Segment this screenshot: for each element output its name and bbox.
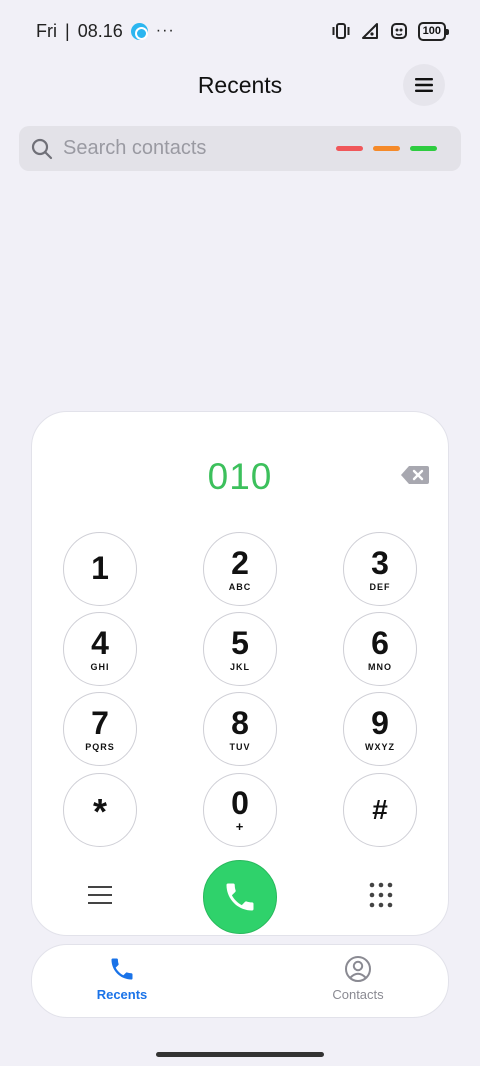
key-digit: 9 [371, 704, 389, 741]
key-digit: 2 [231, 544, 249, 581]
bottom-tab-bar: Recents Contacts [31, 944, 449, 1018]
phone-icon [111, 958, 133, 980]
status-bar: Fri | 08.16 ··· 100 [36, 18, 450, 44]
home-indicator[interactable] [156, 1052, 324, 1057]
key-3[interactable]: 3 DEF [343, 532, 417, 606]
status-day: Fri [36, 20, 57, 41]
color-filter-dashes[interactable] [336, 146, 437, 151]
call-button[interactable] [203, 860, 277, 934]
red-dash [336, 146, 363, 151]
key-6[interactable]: 6 MNO [343, 612, 417, 686]
key-digit: 5 [231, 624, 249, 661]
key-hash[interactable]: # [343, 773, 417, 847]
key-digit: 7 [91, 704, 109, 741]
backspace-icon[interactable] [400, 464, 430, 486]
dialer-card: 010 1 2 ABC 3 DEF 4 GHI 5 JKL 6 MNO 7 PQ… [31, 411, 449, 936]
green-dash [410, 146, 437, 151]
key-4[interactable]: 4 GHI [63, 612, 137, 686]
key-digit: 0 [231, 784, 249, 821]
key-letters: ABC [228, 581, 252, 592]
key-letters: + [235, 818, 245, 834]
key-letters: PQRS [85, 741, 115, 752]
search-input[interactable] [63, 137, 313, 160]
search-icon [31, 138, 53, 159]
header: Recents [0, 62, 480, 106]
key-letters: WXYZ [365, 741, 395, 752]
key-digit: 6 [371, 624, 389, 661]
key-1[interactable]: 1 [63, 532, 137, 606]
vibrate-icon [332, 23, 350, 39]
hamburger-menu-icon [415, 78, 433, 92]
key-digit: # [372, 794, 388, 825]
status-time: 08.16 [77, 20, 123, 41]
signal-icon [361, 23, 378, 39]
search-bar[interactable] [19, 126, 461, 171]
phone-icon [226, 883, 254, 911]
key-0[interactable]: 0 + [203, 773, 277, 847]
dialed-number: 010 [207, 456, 273, 497]
key-digit: * [92, 791, 107, 832]
key-9[interactable]: 9 WXYZ [343, 692, 417, 766]
orange-dash [373, 146, 400, 151]
key-letters: GHI [90, 661, 110, 672]
contact-person-icon [345, 956, 371, 982]
tab-label: Contacts [332, 987, 384, 1002]
battery-icon: 100 [417, 21, 450, 41]
menu-lines-icon[interactable] [86, 881, 114, 909]
more-notifications-icon: ··· [155, 22, 175, 39]
menu-button[interactable] [403, 64, 445, 106]
key-8[interactable]: 8 TUV [203, 692, 277, 766]
key-star[interactable]: * [63, 773, 137, 847]
key-letters: DEF [369, 581, 391, 592]
app-status-icon [390, 23, 407, 39]
key-7[interactable]: 7 PQRS [63, 692, 137, 766]
key-digit: 3 [371, 544, 389, 581]
key-2[interactable]: 2 ABC [203, 532, 277, 606]
tab-contacts[interactable]: Contacts [298, 955, 418, 1002]
tab-label: Recents [96, 987, 148, 1002]
key-digit: 8 [231, 704, 249, 741]
key-digit: 1 [91, 549, 109, 586]
status-separator: | [65, 20, 70, 41]
app-notification-icon [130, 22, 148, 40]
tab-recents[interactable]: Recents [62, 955, 182, 1002]
key-letters: TUV [229, 741, 251, 752]
status-left: Fri | 08.16 ··· [36, 21, 175, 42]
key-5[interactable]: 5 JKL [203, 612, 277, 686]
key-letters: MNO [368, 661, 392, 672]
status-right: 100 [331, 21, 450, 41]
key-digit: 4 [91, 624, 109, 661]
dialpad-grid-icon[interactable] [367, 881, 395, 909]
key-letters: JKL [229, 661, 250, 672]
